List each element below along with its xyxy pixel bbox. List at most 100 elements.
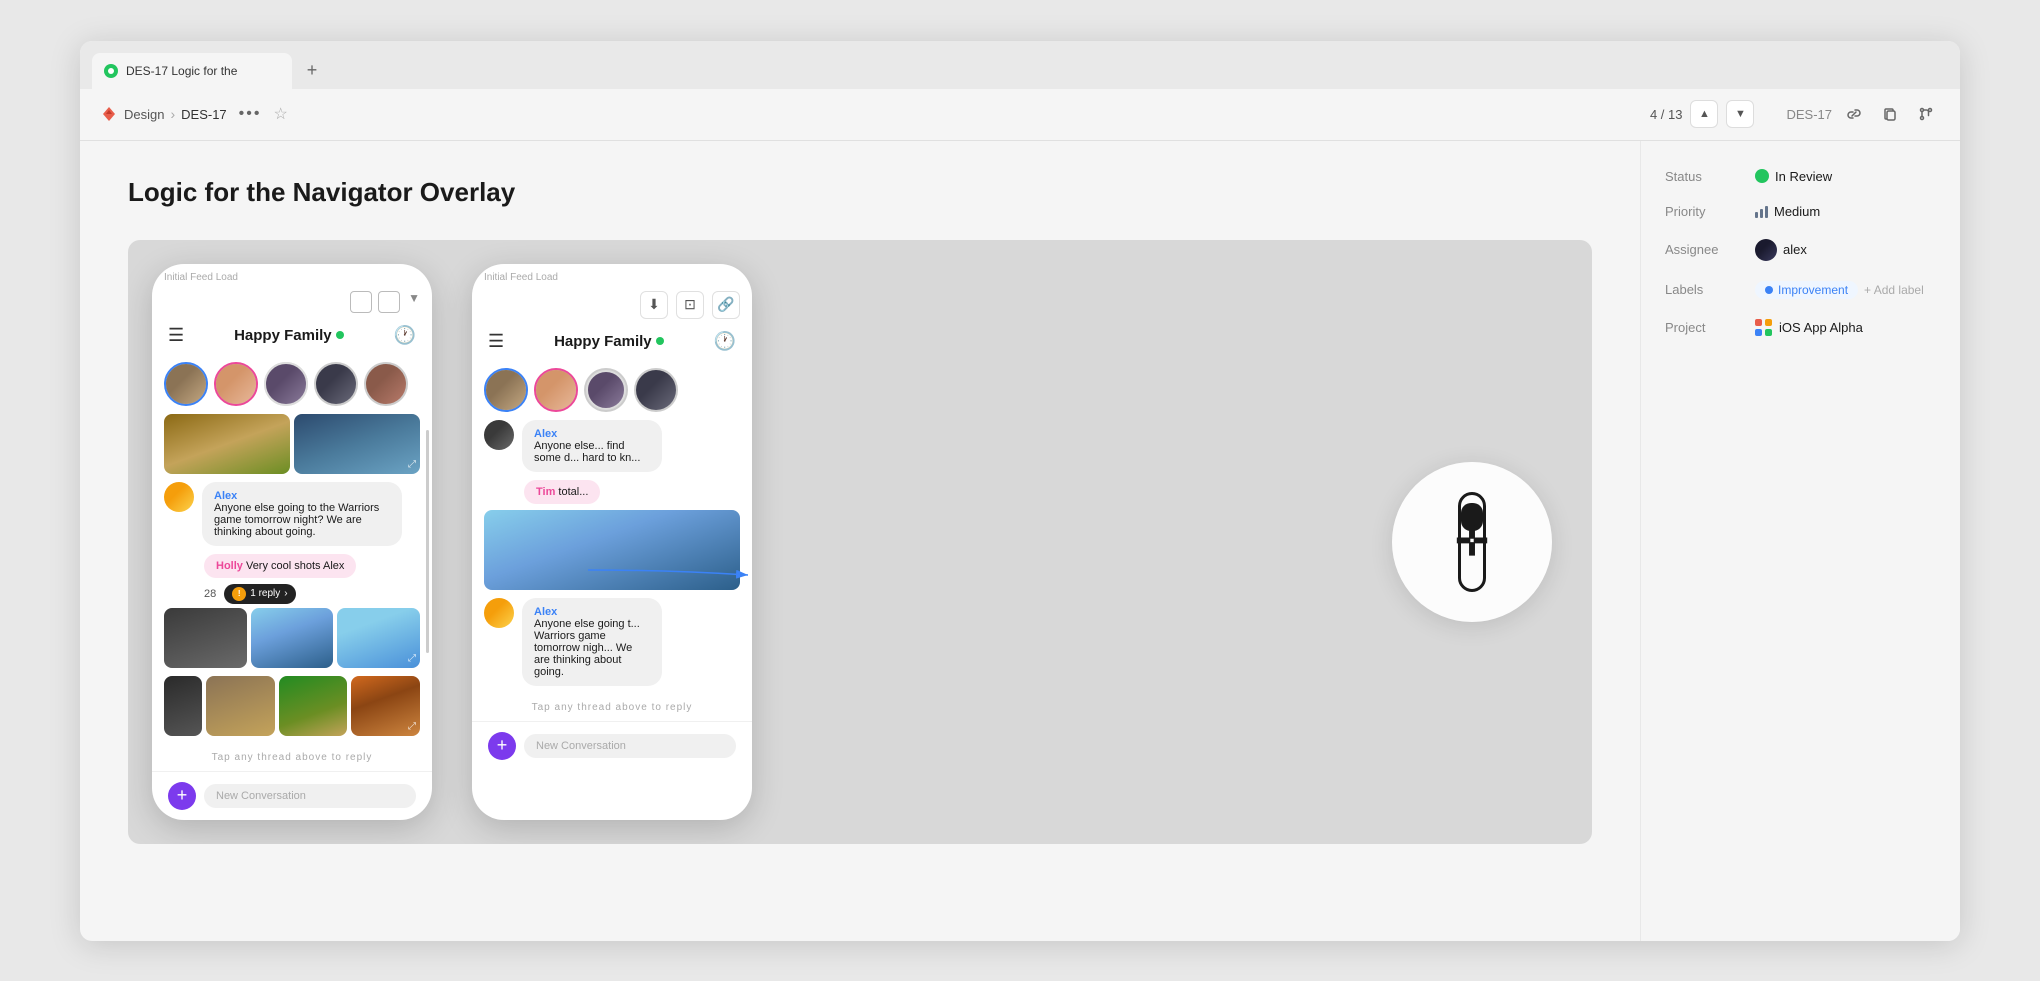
image-thumb-6 <box>164 676 202 736</box>
project-icon <box>1755 319 1773 337</box>
input-placeholder-right: New Conversation <box>536 740 626 752</box>
clock-icon-right: 🕐 <box>714 331 736 352</box>
image-thumb-r-1 <box>484 510 740 590</box>
content-area: Logic for the Navigator Overlay Initial … <box>80 141 1640 941</box>
pagination-count: 4 / 13 <box>1650 107 1683 122</box>
holly-bubble: Holly Very cool shots Alex <box>204 554 356 578</box>
labels-row: Labels Improvement + Add label <box>1665 281 1936 299</box>
priority-icon <box>1755 204 1768 218</box>
tap-to-reply-left: Tap any thread above to reply <box>152 744 432 771</box>
group-name-left: Happy Family <box>234 327 344 344</box>
star-button[interactable]: ☆ <box>273 104 287 124</box>
alex-msg-r: Anyone else... find some d... hard to kn… <box>534 440 650 464</box>
image-thumb-4 <box>251 608 334 668</box>
add-label-button[interactable]: + Add label <box>1864 283 1924 297</box>
reply-badge-left: ! 1 reply › <box>224 584 295 604</box>
pagination-up-button[interactable]: ▲ <box>1690 100 1718 128</box>
tap-to-reply-right: Tap any thread above to reply <box>472 694 752 721</box>
breadcrumb-separator: › <box>170 106 175 122</box>
pagination-down-button[interactable]: ▼ <box>1726 100 1754 128</box>
image-thumb-7 <box>206 676 275 736</box>
app-icon <box>100 105 118 123</box>
story-r-2 <box>534 368 578 412</box>
alex-bubble-left: Alex Anyone else going to the Warriors g… <box>202 482 402 546</box>
browser-window: DES-17 Logic for the + Design › DES-17 •… <box>80 41 1960 941</box>
avatar-r-2 <box>484 598 514 628</box>
new-tab-button[interactable]: + <box>296 55 328 87</box>
tab-bar: DES-17 Logic for the + <box>80 41 1960 89</box>
new-conversation-left: + New Conversation <box>152 771 432 820</box>
image-thumb-8 <box>279 676 348 736</box>
reply-badge-text: 1 reply <box>250 588 280 599</box>
label-badge[interactable]: Improvement <box>1755 281 1858 299</box>
assignee-label: Assignee <box>1665 242 1755 257</box>
image-thumb-9: ⤢ <box>351 676 420 736</box>
priority-text[interactable]: Medium <box>1774 204 1820 219</box>
story-5 <box>364 362 408 406</box>
project-row: Project iOS App Alpha <box>1665 319 1936 337</box>
page-title: Logic for the Navigator Overlay <box>128 177 1592 208</box>
breadcrumb-app[interactable]: Design <box>124 107 164 122</box>
issue-id-label: DES-17 <box>1786 107 1832 122</box>
alex-sender: Alex <box>214 490 390 502</box>
story-2 <box>214 362 258 406</box>
copy-action-button[interactable] <box>1876 100 1904 128</box>
bar-3 <box>1765 206 1768 218</box>
message-1-left: Alex Anyone else going to the Warriors g… <box>152 482 432 546</box>
menu-icon-left: ☰ <box>168 325 184 346</box>
breadcrumb-issue[interactable]: DES-17 <box>181 107 227 122</box>
plus-icon-left: + <box>168 782 196 810</box>
menu-icon-right: ☰ <box>488 331 504 352</box>
holly-message-left: Holly Very cool shots Alex <box>152 554 432 584</box>
main-content: Logic for the Navigator Overlay Initial … <box>80 141 1960 941</box>
branch-action-button[interactable] <box>1912 100 1940 128</box>
avatar-r-1 <box>484 420 514 450</box>
status-text[interactable]: In Review <box>1775 169 1832 184</box>
control-btn-2 <box>378 291 400 313</box>
labels-value: Improvement + Add label <box>1755 281 1924 299</box>
priority-value: Medium <box>1755 204 1820 219</box>
image-thumb-5: ⤢ <box>337 608 420 668</box>
tim-bubble: Tim total... <box>524 480 600 504</box>
left-phone-label: Initial Feed Load <box>152 264 432 287</box>
control-btn-1 <box>350 291 372 313</box>
tab-favicon <box>104 64 118 78</box>
drag-cursor-overlay: ✛ <box>1392 462 1552 622</box>
alex-msg-r2: Anyone else going t... Warriors game tom… <box>534 618 650 678</box>
group-name-right: Happy Family <box>554 333 664 350</box>
right-panel: Status In Review Priority Medium <box>1640 141 1960 941</box>
project-name[interactable]: iOS App Alpha <box>1779 320 1863 335</box>
link-action-button[interactable] <box>1840 100 1868 128</box>
download-btn[interactable]: ⬇ <box>640 291 668 319</box>
copy-icon <box>1882 106 1898 122</box>
alex-avatar-left <box>164 482 194 512</box>
labels-label: Labels <box>1665 282 1755 297</box>
move-cursor-icon: ✛ <box>1455 522 1489 562</box>
story-r-1 <box>484 368 528 412</box>
link-btn[interactable]: 🔗 <box>712 291 740 319</box>
label-dot <box>1765 286 1773 294</box>
duplicate-btn[interactable]: ⊡ <box>676 291 704 319</box>
new-conv-input-right[interactable]: New Conversation <box>524 734 736 758</box>
priority-row: Priority Medium <box>1665 204 1936 219</box>
story-r-3 <box>584 368 628 412</box>
new-conv-input-left[interactable]: New Conversation <box>204 784 416 808</box>
bar-1 <box>1755 212 1758 218</box>
preview-area: Initial Feed Load ▼ ☰ Happy Family <box>128 240 1592 844</box>
icon-sq-4 <box>1765 329 1772 336</box>
status-label: Status <box>1665 169 1755 184</box>
branch-icon <box>1918 106 1934 122</box>
icon-sq-1 <box>1755 319 1762 326</box>
images-row-1-left: ⤢ <box>152 414 432 474</box>
assignee-name[interactable]: alex <box>1783 242 1807 257</box>
story-1 <box>164 362 208 406</box>
image-thumb-1 <box>164 414 290 474</box>
label-text: Improvement <box>1778 283 1848 297</box>
more-options-button[interactable]: ••• <box>235 101 266 127</box>
phone-mockup-right: Initial Feed Load ⬇ ⊡ 🔗 ☰ Happy Family <box>472 264 752 820</box>
status-dot <box>1755 169 1769 183</box>
new-conversation-right: + New Conversation <box>472 721 752 770</box>
browser-tab[interactable]: DES-17 Logic for the <box>92 53 292 89</box>
scroll-indicator-left <box>426 430 429 652</box>
message-2-right: Alex Anyone else going t... Warriors gam… <box>472 598 752 686</box>
